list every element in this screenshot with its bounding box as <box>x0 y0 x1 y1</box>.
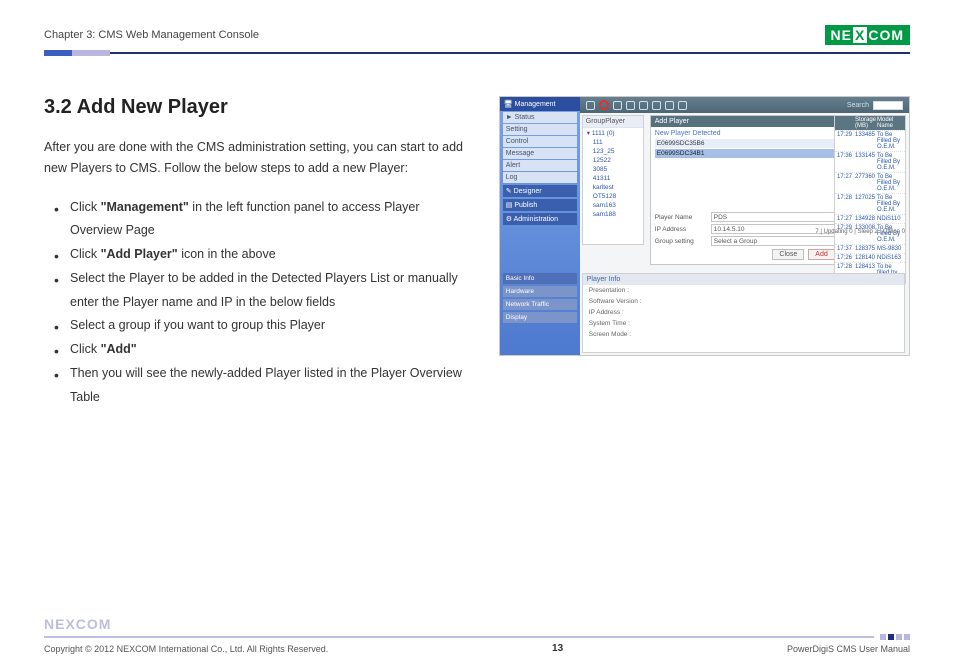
manual-name: PowerDigiS CMS User Manual <box>787 644 910 654</box>
add-player-dialog: Add Player New Player Detected E0699SDC3… <box>650 115 840 265</box>
toolbar-icon-8[interactable] <box>678 101 687 110</box>
section-intro: After you are done with the CMS administ… <box>44 137 475 180</box>
info-row: System Time : <box>583 318 904 329</box>
sidebar-item-alert[interactable]: Alert <box>503 160 577 171</box>
group-select[interactable]: Select a Group <box>711 236 835 246</box>
logo-right: COM <box>868 27 904 43</box>
tree-header: GroupPlayer <box>583 116 643 128</box>
tab-basic-info[interactable]: Basic Info <box>503 273 577 284</box>
tree-node[interactable]: sam188 <box>583 210 643 219</box>
table-row[interactable]: 17:26128140NDiS163 <box>835 253 905 262</box>
table-row[interactable]: 17:28127025To Be Filled By O.E.M. <box>835 193 905 214</box>
section-title: 3.2 Add New Player <box>44 96 475 119</box>
tree-root[interactable]: ▾ 1111 (0) <box>583 128 643 138</box>
tab-hardware[interactable]: Hardware <box>503 286 577 297</box>
table-row[interactable]: 17:36133145To Be Filled By O.E.M. <box>835 151 905 172</box>
copyright: Copyright © 2012 NEXCOM International Co… <box>44 644 328 654</box>
close-button[interactable]: Close <box>772 249 804 260</box>
toolbar-icon-1[interactable] <box>586 101 595 110</box>
step-1: Click "Management" in the left function … <box>58 196 475 244</box>
app-screenshot: 🖥 Management ► Status Setting Control Me… <box>499 96 910 356</box>
info-row: Presentation : <box>583 285 904 296</box>
ip-label: IP Address <box>655 226 707 233</box>
sidebar-item-control[interactable]: Control <box>503 136 577 147</box>
status-summary: 7 | Updating 0 | Sleep 2 | Offline 0 <box>815 229 905 235</box>
logo-left: NE <box>831 27 852 43</box>
brand-logo: NEXCOM <box>825 25 910 45</box>
search-input[interactable] <box>873 101 903 110</box>
info-row: Software Version : <box>583 296 904 307</box>
page-number: 13 <box>552 643 563 654</box>
group-player-tree: GroupPlayer ▾ 1111 (0) 111 123_25 12522 … <box>582 115 644 245</box>
toolbar-icon-6[interactable] <box>652 101 661 110</box>
search-label: Search <box>847 102 869 109</box>
dialog-title: Add Player <box>651 116 839 127</box>
sidebar-item-setting[interactable]: Setting <box>503 124 577 135</box>
step-2: Click "Add Player" icon in the above <box>58 243 475 267</box>
tab-display[interactable]: Display <box>503 312 577 323</box>
toolbar-icon-7[interactable] <box>665 101 674 110</box>
sidebar-section-publish[interactable]: ▤ Publish <box>503 199 577 211</box>
sidebar-section-admin[interactable]: ⚙ Administration <box>503 213 577 225</box>
tree-node[interactable]: 3085 <box>583 165 643 174</box>
sidebar-item-message[interactable]: Message <box>503 148 577 159</box>
logo-x: X <box>853 27 867 43</box>
player-info-title: Player Info <box>583 274 904 285</box>
info-row: Screen Mode : <box>583 329 904 340</box>
table-row[interactable]: 17:27134928NDiS110 <box>835 214 905 223</box>
table-row[interactable]: 17:27277360To Be Filled By O.E.M. <box>835 172 905 193</box>
group-label: Group setting <box>655 238 707 245</box>
chapter-label: Chapter 3: CMS Web Management Console <box>44 29 259 41</box>
player-name-input[interactable]: PDS <box>711 212 835 222</box>
step-4: Select a group if you want to group this… <box>58 314 475 338</box>
add-player-icon[interactable] <box>599 100 609 110</box>
tree-node[interactable]: sam163 <box>583 201 643 210</box>
sidebar-section-designer[interactable]: ✎ Designer <box>503 185 577 197</box>
info-row: IP Address : <box>583 307 904 318</box>
player-info-panel: Player Info Presentation : Software Vers… <box>582 273 905 353</box>
tab-network[interactable]: Network Traffic <box>503 299 577 310</box>
sidebar-header-management[interactable]: 🖥 Management <box>500 97 580 111</box>
tree-node[interactable]: OT5128 <box>583 192 643 201</box>
sidebar-item-log[interactable]: Log <box>503 172 577 183</box>
step-6: Then you will see the newly-added Player… <box>58 362 475 410</box>
detected-row[interactable]: E0699SDC35B6 <box>655 139 835 148</box>
tree-node[interactable]: 123_25 <box>583 147 643 156</box>
tree-node[interactable]: 111 <box>583 138 643 147</box>
add-button[interactable]: Add <box>808 249 834 260</box>
toolbar-icon-4[interactable] <box>626 101 635 110</box>
player-name-label: Player Name <box>655 214 707 221</box>
header-rule <box>44 50 910 56</box>
detected-label: New Player Detected <box>651 127 839 138</box>
tree-node[interactable]: 12522 <box>583 156 643 165</box>
step-5: Click "Add" <box>58 338 475 362</box>
player-overview-table: Storage (MB)Model Name 17:29133485To Be … <box>834 115 906 284</box>
toolbar-icon-3[interactable] <box>613 101 622 110</box>
toolbar-icon-5[interactable] <box>639 101 648 110</box>
step-list: Click "Management" in the left function … <box>44 196 475 410</box>
sidebar-item-status[interactable]: ► Status <box>503 112 577 123</box>
tree-node[interactable]: 41311 <box>583 174 643 183</box>
toolbar: Search <box>580 97 909 113</box>
step-3: Select the Player to be added in the Det… <box>58 267 475 315</box>
footer-logo: NEXCOM <box>44 616 910 632</box>
table-row[interactable]: 17:37128375MS-9830 <box>835 244 905 253</box>
detected-row-selected[interactable]: E0699SDC34B1 <box>655 149 835 158</box>
tree-node[interactable]: karltest <box>583 183 643 192</box>
table-row[interactable]: 17:29133485To Be Filled By O.E.M. <box>835 130 905 151</box>
